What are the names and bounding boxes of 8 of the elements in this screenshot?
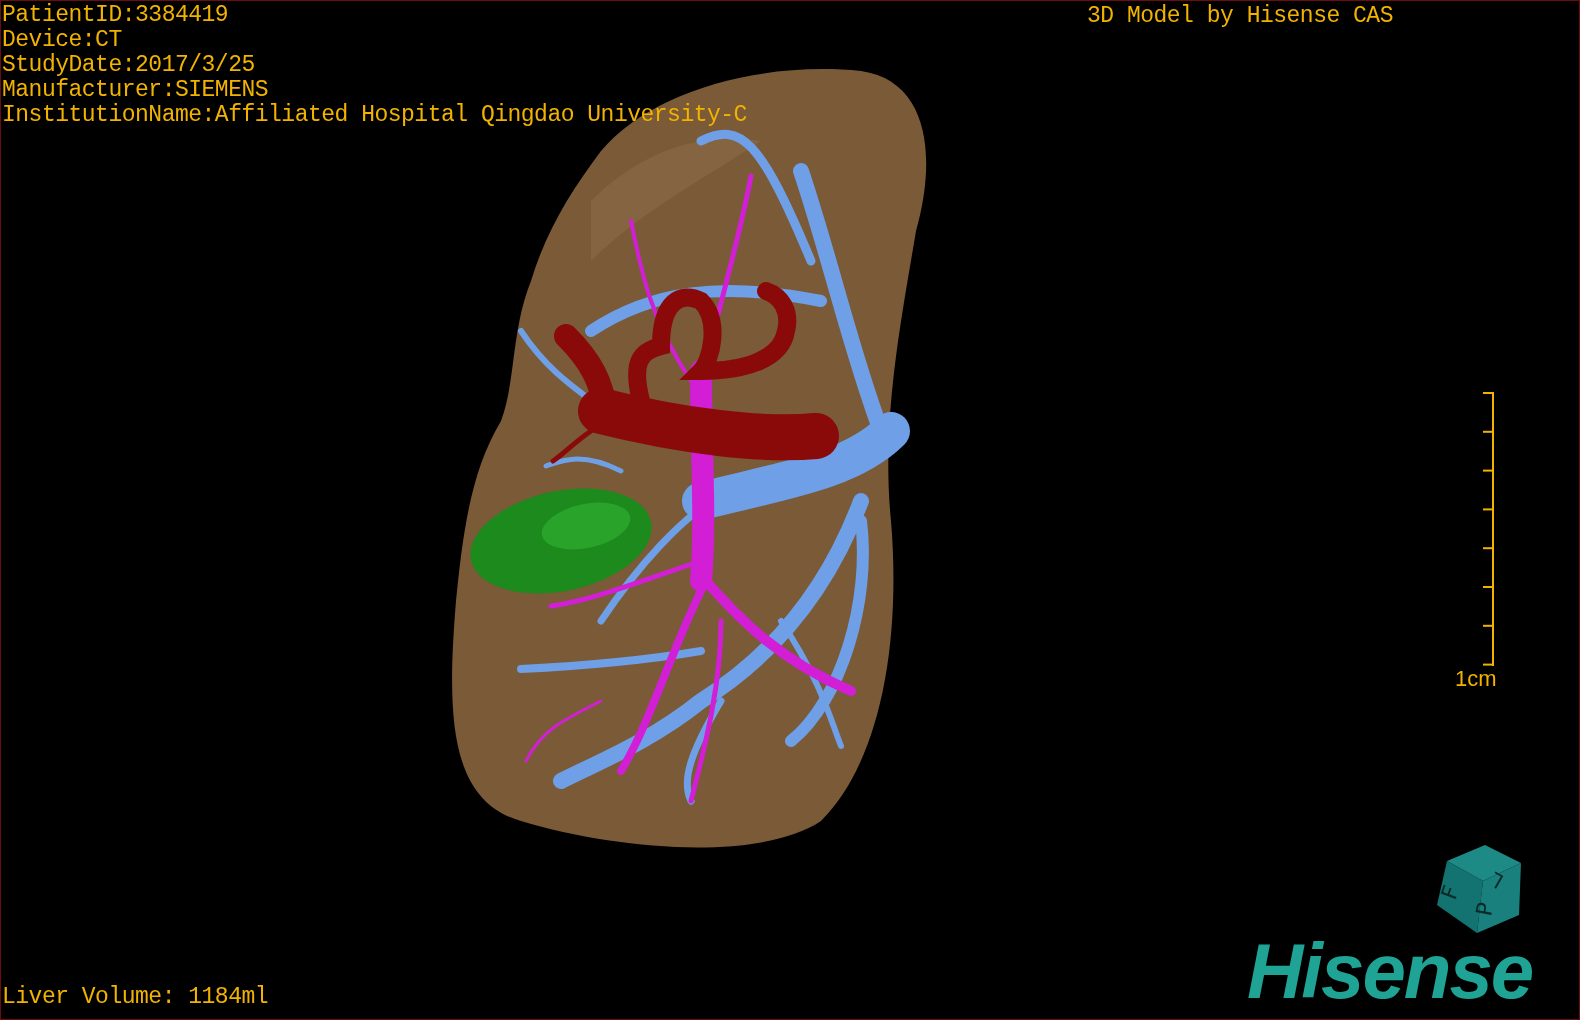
- study-info-text: Manufacturer:SIEMENS: [2, 78, 270, 103]
- brand-logo: Hisense: [1247, 931, 1533, 1011]
- scale-label: 1cm: [1455, 667, 1497, 691]
- liver-volume-text: Liver Volume: 1184ml: [2, 985, 269, 1010]
- study-info-text: Device:CT: [2, 28, 123, 53]
- study-info-text: StudyDate:2017/3/25: [2, 53, 256, 78]
- credit-text: 3D Model by Hisense CAS: [1087, 4, 1393, 29]
- study-info-text: PatientID:3384419: [2, 3, 230, 28]
